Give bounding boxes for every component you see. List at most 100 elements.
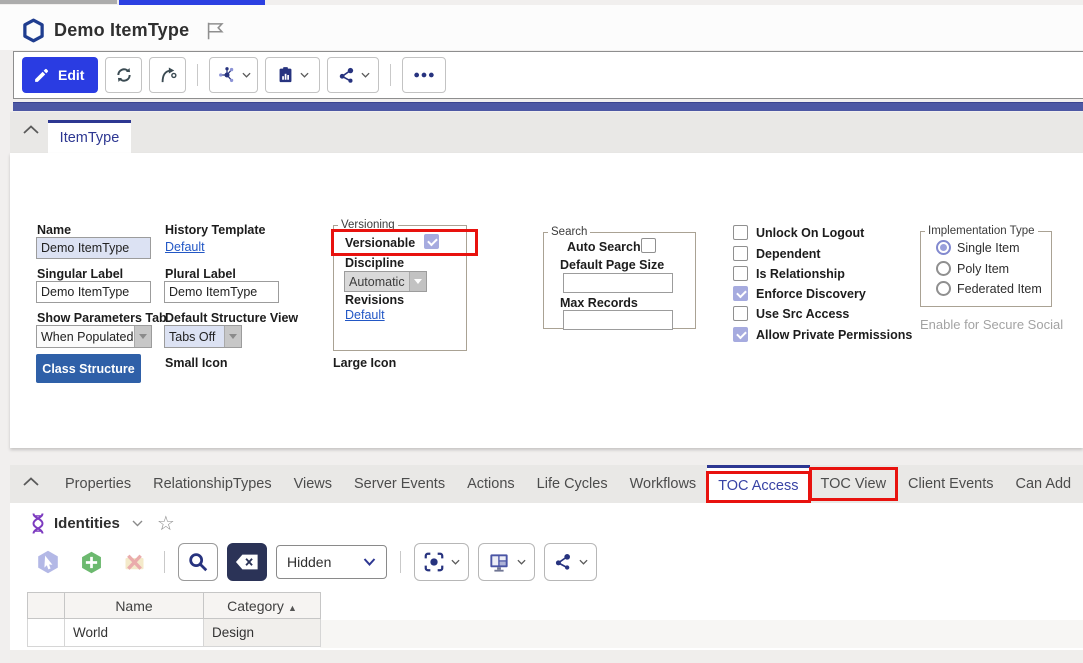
search-icon — [187, 551, 209, 573]
delete-row-button[interactable] — [117, 545, 151, 579]
tab-can-add[interactable]: Can Add — [1004, 465, 1082, 503]
share-dropdown-button[interactable] — [327, 57, 379, 93]
unlock-on-logout-checkbox[interactable] — [733, 225, 748, 240]
discipline-select[interactable]: Automatic — [344, 271, 427, 292]
federated-item-label: Federated Item — [957, 282, 1042, 296]
flag-icon[interactable] — [204, 20, 226, 42]
default-page-size-label: Default Page Size — [560, 258, 664, 272]
delete-icon — [121, 549, 148, 576]
singular-label: Singular Label — [37, 267, 123, 281]
identities-title: Identities — [54, 515, 120, 532]
singular-input[interactable] — [36, 281, 151, 303]
inactive-tab-strip[interactable] — [0, 0, 117, 4]
default-page-size-input[interactable] — [563, 273, 673, 293]
auto-search-checkbox[interactable] — [641, 238, 656, 253]
tab-views[interactable]: Views — [283, 465, 343, 503]
hidden-view-select[interactable]: Hidden — [276, 545, 387, 579]
display-dropdown-button[interactable] — [478, 543, 535, 581]
grid-select-column-header[interactable] — [28, 593, 65, 619]
federated-item-radio[interactable] — [936, 281, 951, 296]
select-arrow-icon — [224, 326, 241, 347]
identities-toolbar: Hidden — [31, 543, 597, 581]
application-window: Demo ItemType Edit — [0, 0, 1083, 663]
edit-button[interactable]: Edit — [22, 57, 98, 93]
hidden-view-value: Hidden — [287, 554, 363, 570]
grid-name-column-header[interactable]: Name — [65, 593, 204, 619]
poly-item-row: Poly Item — [936, 261, 1009, 276]
unlock-on-logout-row: Unlock On Logout — [733, 225, 864, 240]
grid-cell-name[interactable]: World — [65, 619, 204, 647]
refresh-icon — [114, 65, 134, 85]
tab-server-events[interactable]: Server Events — [343, 465, 456, 503]
grid-row-world[interactable]: World Design — [28, 619, 321, 647]
identities-header: Identities ☆ — [30, 512, 175, 535]
versionable-label: Versionable — [345, 236, 415, 250]
report-icon — [276, 65, 295, 85]
tab-itemtype[interactable]: ItemType — [48, 120, 131, 153]
clear-search-button[interactable] — [227, 543, 267, 581]
chevron-down-icon — [300, 72, 309, 78]
grid-cell-category[interactable]: Design — [204, 619, 321, 647]
show-parameters-select[interactable]: When Populated — [36, 325, 152, 348]
use-src-access-row: Use Src Access — [733, 306, 849, 321]
tab-actions[interactable]: Actions — [456, 465, 526, 503]
revisions-link[interactable]: Default — [345, 308, 385, 322]
favorite-star-icon[interactable]: ☆ — [157, 514, 175, 534]
dependent-checkbox[interactable] — [733, 246, 748, 261]
focus-icon — [423, 551, 445, 573]
versionable-checkbox[interactable] — [424, 234, 439, 249]
toolbar-separator — [164, 551, 165, 573]
tab-toc-access[interactable]: TOC Access — [707, 465, 809, 503]
main-toolbar: Edit — [13, 51, 1083, 99]
plural-input[interactable] — [164, 281, 279, 303]
toolbar-separator — [390, 64, 391, 86]
collapse-panel-icon[interactable] — [22, 476, 42, 494]
name-input[interactable] — [36, 237, 151, 259]
max-records-input[interactable] — [563, 310, 673, 330]
itemtype-hexagon-icon — [22, 18, 45, 43]
chevron-down-icon — [363, 558, 376, 566]
promote-button[interactable] — [149, 57, 186, 93]
add-row-button[interactable] — [74, 545, 108, 579]
structure-view-label: Default Structure View — [165, 311, 298, 325]
tab-toc-view[interactable]: TOC View — [810, 465, 898, 503]
history-template-link[interactable]: Default — [165, 240, 205, 254]
grid-row-selector[interactable] — [28, 619, 65, 647]
tab-life-cycles[interactable]: Life Cycles — [526, 465, 619, 503]
grid-category-column-header[interactable]: Category▲ — [204, 593, 321, 619]
select-items-button[interactable] — [31, 545, 65, 579]
search-button[interactable] — [178, 543, 218, 581]
structure-view-select[interactable]: Tabs Off — [164, 325, 242, 348]
chevron-down-icon[interactable] — [132, 520, 143, 527]
allow-private-permissions-checkbox[interactable] — [733, 327, 748, 342]
refresh-button[interactable] — [105, 57, 142, 93]
tab-properties[interactable]: Properties — [54, 465, 142, 503]
category-column-label: Category — [227, 598, 284, 614]
single-item-radio[interactable] — [936, 240, 951, 255]
pencil-icon — [33, 67, 50, 84]
more-ellipsis-icon — [413, 71, 435, 79]
toolbar-separator — [197, 64, 198, 86]
share-grid-dropdown-button[interactable] — [544, 543, 597, 581]
itemtype-tabstrip: ItemType — [10, 112, 1083, 153]
poly-item-radio[interactable] — [936, 261, 951, 276]
more-actions-button[interactable] — [402, 57, 446, 93]
tab-client-events[interactable]: Client Events — [897, 465, 1004, 503]
report-dropdown-button[interactable] — [265, 57, 320, 93]
tab-workflows[interactable]: Workflows — [619, 465, 708, 503]
allow-private-permissions-row: Allow Private Permissions — [733, 327, 912, 342]
versioning-legend: Versioning — [338, 219, 398, 231]
tab-relationshiptypes[interactable]: RelationshipTypes — [142, 465, 283, 503]
enforce-discovery-checkbox[interactable] — [733, 286, 748, 301]
collapse-panel-icon[interactable] — [22, 124, 42, 142]
class-structure-button[interactable]: Class Structure — [36, 354, 141, 383]
select-arrow-icon — [409, 272, 426, 291]
discipline-label: Discipline — [345, 256, 404, 270]
display-icon — [487, 551, 511, 574]
structure-dropdown-button[interactable] — [209, 57, 258, 93]
is-relationship-checkbox[interactable] — [733, 266, 748, 281]
focus-dropdown-button[interactable] — [414, 543, 469, 581]
select-cursor-icon — [34, 548, 62, 576]
auto-search-label: Auto Search — [567, 240, 641, 254]
use-src-access-checkbox[interactable] — [733, 306, 748, 321]
